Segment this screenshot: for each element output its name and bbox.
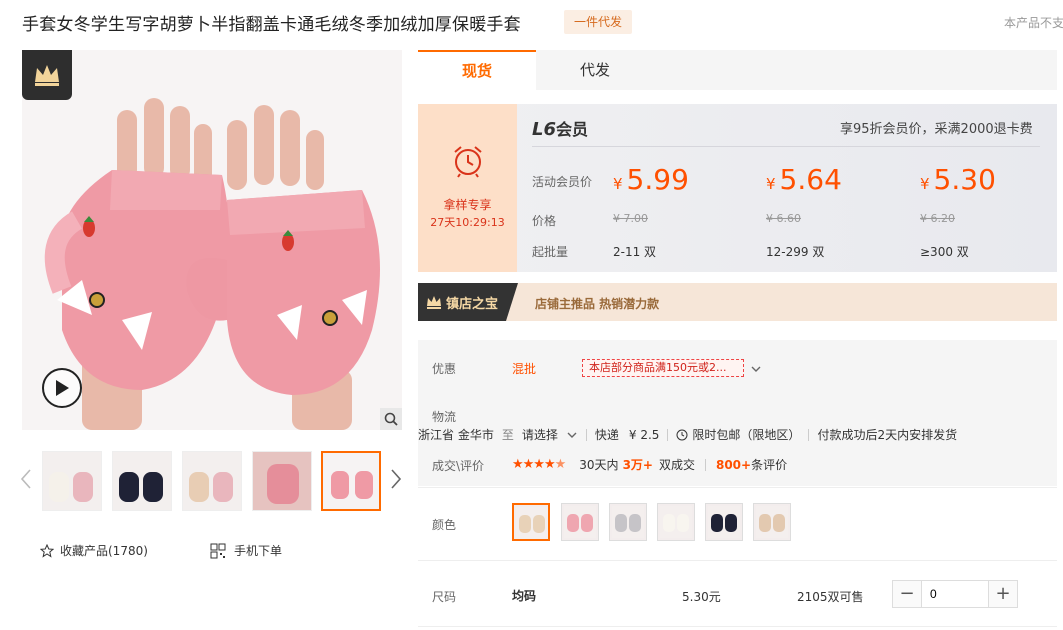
color-swatch-pink-selected[interactable] [512,503,550,541]
sales-suffix: 双成交 [658,458,695,472]
thumbnail-5-selected[interactable] [321,451,381,511]
thumbnail-next-chevron-icon[interactable] [390,468,402,494]
promo-label: 拿样专享 [443,198,492,212]
crown-icon [427,296,441,309]
chevron-down-icon[interactable] [750,360,762,379]
tier-2-original-price: ¥ 6.60 [766,212,801,225]
not-supported-notice: 本产品不支 [1004,16,1063,30]
tier-1-member-price: ¥5.99 [613,163,689,196]
offer-coupon[interactable]: 本店部分商品满150元或2... [582,359,744,377]
sample-promo-box[interactable]: 拿样专享 27天10:29:13 [418,104,517,272]
play-video-button[interactable] [42,368,82,408]
color-swatch-beige[interactable] [753,503,791,541]
divider [418,560,1057,561]
express-label: 快递 [594,428,619,442]
tier-2-member-price: ¥5.64 [766,163,842,196]
ship-origin: 浙江省 金华市 [418,428,494,442]
color-swatch-gray[interactable] [609,503,647,541]
shop-treasure-tag: 镇店之宝 [418,283,518,321]
shop-treasure-label: 镇店之宝 [446,296,499,312]
member-level-suffix: 会员 [556,120,589,139]
divider [704,458,706,471]
thumbnail-3[interactable] [182,451,242,511]
quantity-decrease-button[interactable]: − [893,581,921,607]
thumbnail-1[interactable] [42,451,102,511]
size-name: 均码 [512,589,537,603]
sales-prefix: 30天内 [579,458,619,472]
star-outline-icon [40,543,54,558]
clock-icon [676,429,688,440]
logistics-label: 物流 [432,410,457,424]
quantity-increase-button[interactable]: + [989,581,1017,607]
zoom-icon[interactable] [380,408,402,430]
tier-3-moq: ≥300 双 [920,245,969,259]
rating-summary[interactable]: ★★★★ ★ 30天内 3万+ 双成交 800+ 条评价 [512,456,787,473]
thumbnail-4[interactable] [252,451,312,511]
qr-code-icon [210,543,226,558]
quantity-input[interactable] [921,581,989,607]
tier-2-moq: 12-299 双 [766,245,825,259]
half-star-icon: ★ [554,457,567,472]
moq-label: 起批量 [532,245,569,259]
color-swatch-white[interactable] [657,503,695,541]
divider [667,428,669,441]
chevron-down-icon[interactable] [566,429,578,441]
alarm-clock-icon [454,146,482,178]
divider [418,487,1057,488]
ship-to: 至 [501,428,514,442]
main-product-image[interactable] [22,50,402,430]
dropship-badge[interactable]: 一件代发 [564,10,632,34]
divider [418,626,1057,627]
dispatch-info: 付款成功后2天内安排发货 [817,428,958,442]
gloves-illustration [22,50,402,430]
play-icon [56,380,69,396]
tier-3-member-price: ¥5.30 [920,163,996,196]
free-shipping-info: 限时包邮（限地区） [692,428,801,442]
shipping-info: 浙江省 金华市 至 请选择 快递 ¥ 2.5 限时包邮（限地区） 付款成功后2天… [418,426,957,443]
divider [808,428,810,441]
reviews-suffix: 条评价 [751,458,788,472]
quantity-stepper: − + [892,580,1018,608]
color-swatch-black[interactable] [705,503,743,541]
member-level: L6会员 [532,116,588,140]
price-label: 价格 [532,214,557,228]
size-stock: 2105双可售 [797,590,864,604]
thumbnail-2[interactable] [112,451,172,511]
promo-countdown: 27天10:29:13 [430,216,505,229]
product-title: 手套女冬学生写字胡萝卜半指翻盖卡通毛绒冬季加绒加厚保暖手套 [22,15,521,35]
express-fee: ¥ 2.5 [628,427,660,442]
divider [532,146,1040,147]
favorite-label: 收藏产品(1780) [60,544,148,558]
tab-spot-goods[interactable]: 现货 [418,50,536,90]
color-label: 颜色 [432,518,457,532]
tier-3-original-price: ¥ 6.20 [920,212,955,225]
size-label: 尺码 [432,590,457,604]
member-level-code: L6 [532,119,556,140]
tier-1-original-price: ¥ 7.00 [613,212,648,225]
rating-label: 成交\评价 [432,459,485,473]
tier-1-moq: 2-11 双 [613,245,657,259]
thumbnail-prev-chevron-icon[interactable] [20,468,32,494]
color-swatch-light-pink[interactable] [561,503,599,541]
purchase-mode-tabs: 现货 代发 [418,50,1057,90]
crown-badge-icon [22,50,72,100]
rating-stars-icon: ★★★★ [512,457,556,472]
mobile-order-button[interactable]: 手机下单 [210,542,282,559]
ship-destination-select[interactable]: 请选择 [522,426,558,443]
reviews-count: 800+ [715,457,752,472]
member-benefit: 享95折会员价，采满2000退卡费 [840,122,1033,137]
favorite-button[interactable]: 收藏产品(1780) [40,542,148,559]
shop-treasure-desc: 店铺主推品 热销潜力款 [535,297,660,311]
offer-label: 优惠 [432,362,457,376]
member-price-label: 活动会员价 [532,175,593,189]
divider [585,428,587,441]
tab-dropship[interactable]: 代发 [536,50,654,90]
size-price: 5.30元 [682,590,721,604]
mobile-order-label: 手机下单 [234,544,283,558]
sales-count: 3万+ [622,458,653,472]
offer-type: 混批 [512,362,537,376]
